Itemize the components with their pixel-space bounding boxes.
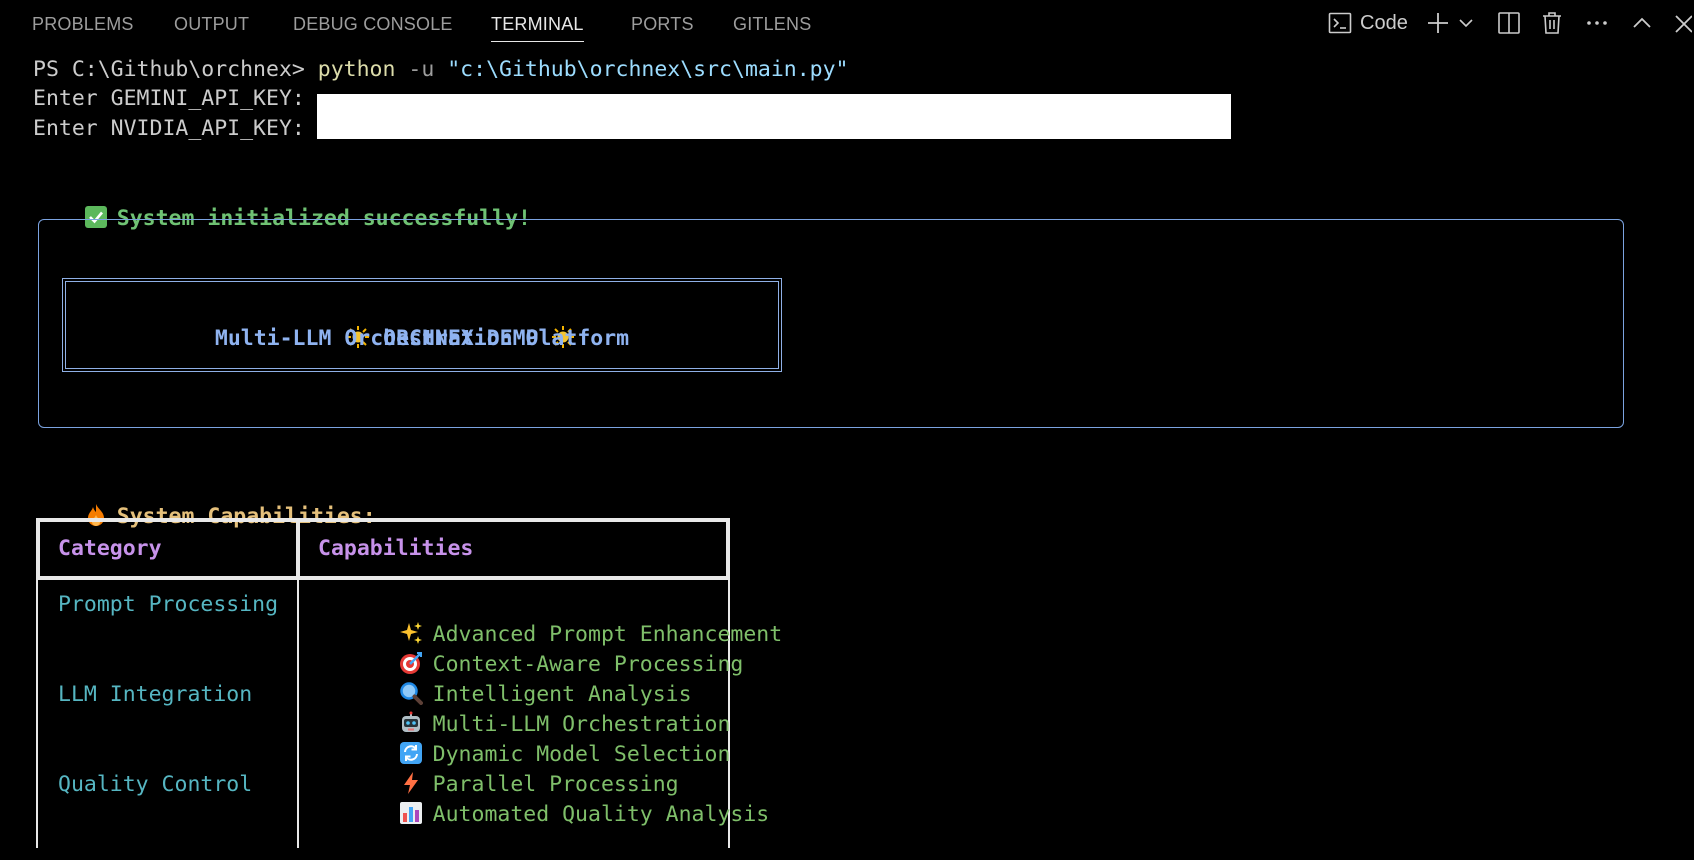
category-cell: LLM Integration: [58, 682, 253, 707]
tab-debug-console[interactable]: DEBUG CONSOLE: [293, 14, 453, 35]
terminal-output[interactable]: PS C:\Github\orchnex> python -u "c:\Gith…: [0, 46, 1694, 848]
table-header-divider: [296, 518, 300, 580]
more-actions-button[interactable]: [1585, 9, 1609, 37]
tab-output[interactable]: OUTPUT: [174, 14, 249, 35]
tab-ports[interactable]: PORTS: [631, 14, 694, 35]
prompt: PS C:\Github\orchnex>: [33, 57, 318, 82]
panel-header: PROBLEMS OUTPUT DEBUG CONSOLE TERMINAL P…: [0, 0, 1694, 46]
add-icon: [1426, 11, 1450, 35]
split-terminal-button[interactable]: [1497, 9, 1521, 37]
kill-terminal-button[interactable]: [1541, 9, 1563, 37]
more-icon: [1585, 11, 1609, 35]
split-icon: [1497, 11, 1521, 35]
terminal-profile-label: Code: [1360, 11, 1408, 34]
close-icon: [1674, 13, 1692, 33]
tab-terminal[interactable]: TERMINAL: [491, 14, 584, 42]
terminal-profile-button[interactable]: Code: [1328, 9, 1408, 37]
command: python: [317, 57, 396, 82]
tab-problems[interactable]: PROBLEMS: [32, 14, 134, 35]
new-terminal-button[interactable]: [1426, 9, 1450, 37]
gemini-key-prompt: Enter GEMINI_API_KEY:: [33, 86, 318, 111]
chevron-up-icon: [1632, 13, 1652, 33]
table-header-category: Category: [58, 536, 162, 561]
terminal-icon: [1328, 11, 1352, 35]
capabilities-table: Category Capabilities Prompt Processing …: [36, 518, 782, 848]
maximize-panel-button[interactable]: [1632, 9, 1652, 37]
terminal-dropdown-button[interactable]: [1458, 9, 1474, 37]
tab-gitlens[interactable]: GITLENS: [733, 14, 811, 35]
capability-text: Automated Quality Analysis: [432, 802, 770, 827]
chart-icon: [399, 801, 423, 825]
init-message: System initialized successfully!: [33, 174, 531, 231]
trash-icon: [1541, 11, 1563, 35]
table-header-capabilities: Capabilities: [318, 536, 474, 561]
table-border-left: [36, 580, 38, 848]
capabilities-heading: System Capabilities:: [33, 472, 376, 529]
command-argument: "c:\Github\orchnex\src\main.py": [447, 57, 849, 82]
nvidia-key-prompt: Enter NVIDIA_API_KEY:: [33, 116, 318, 141]
command-flag: -u: [395, 57, 448, 82]
command-line: PS C:\Github\orchnex> python -u "c:\Gith…: [33, 55, 849, 85]
category-cell: Prompt Processing: [58, 592, 279, 617]
close-panel-button[interactable]: [1674, 9, 1692, 37]
banner-subtitle: Multi-LLM Orchestration Platform: [214, 326, 630, 351]
banner-box: ORCHNEX DEMO Multi-LLM Orchestration Pla…: [62, 278, 782, 372]
redacted-keys: [317, 94, 1231, 139]
table-border-middle: [297, 580, 299, 848]
chevron-down-icon: [1458, 15, 1474, 31]
category-cell: Quality Control: [58, 772, 253, 797]
capability-row: Automated Quality Analysis: [321, 770, 769, 860]
